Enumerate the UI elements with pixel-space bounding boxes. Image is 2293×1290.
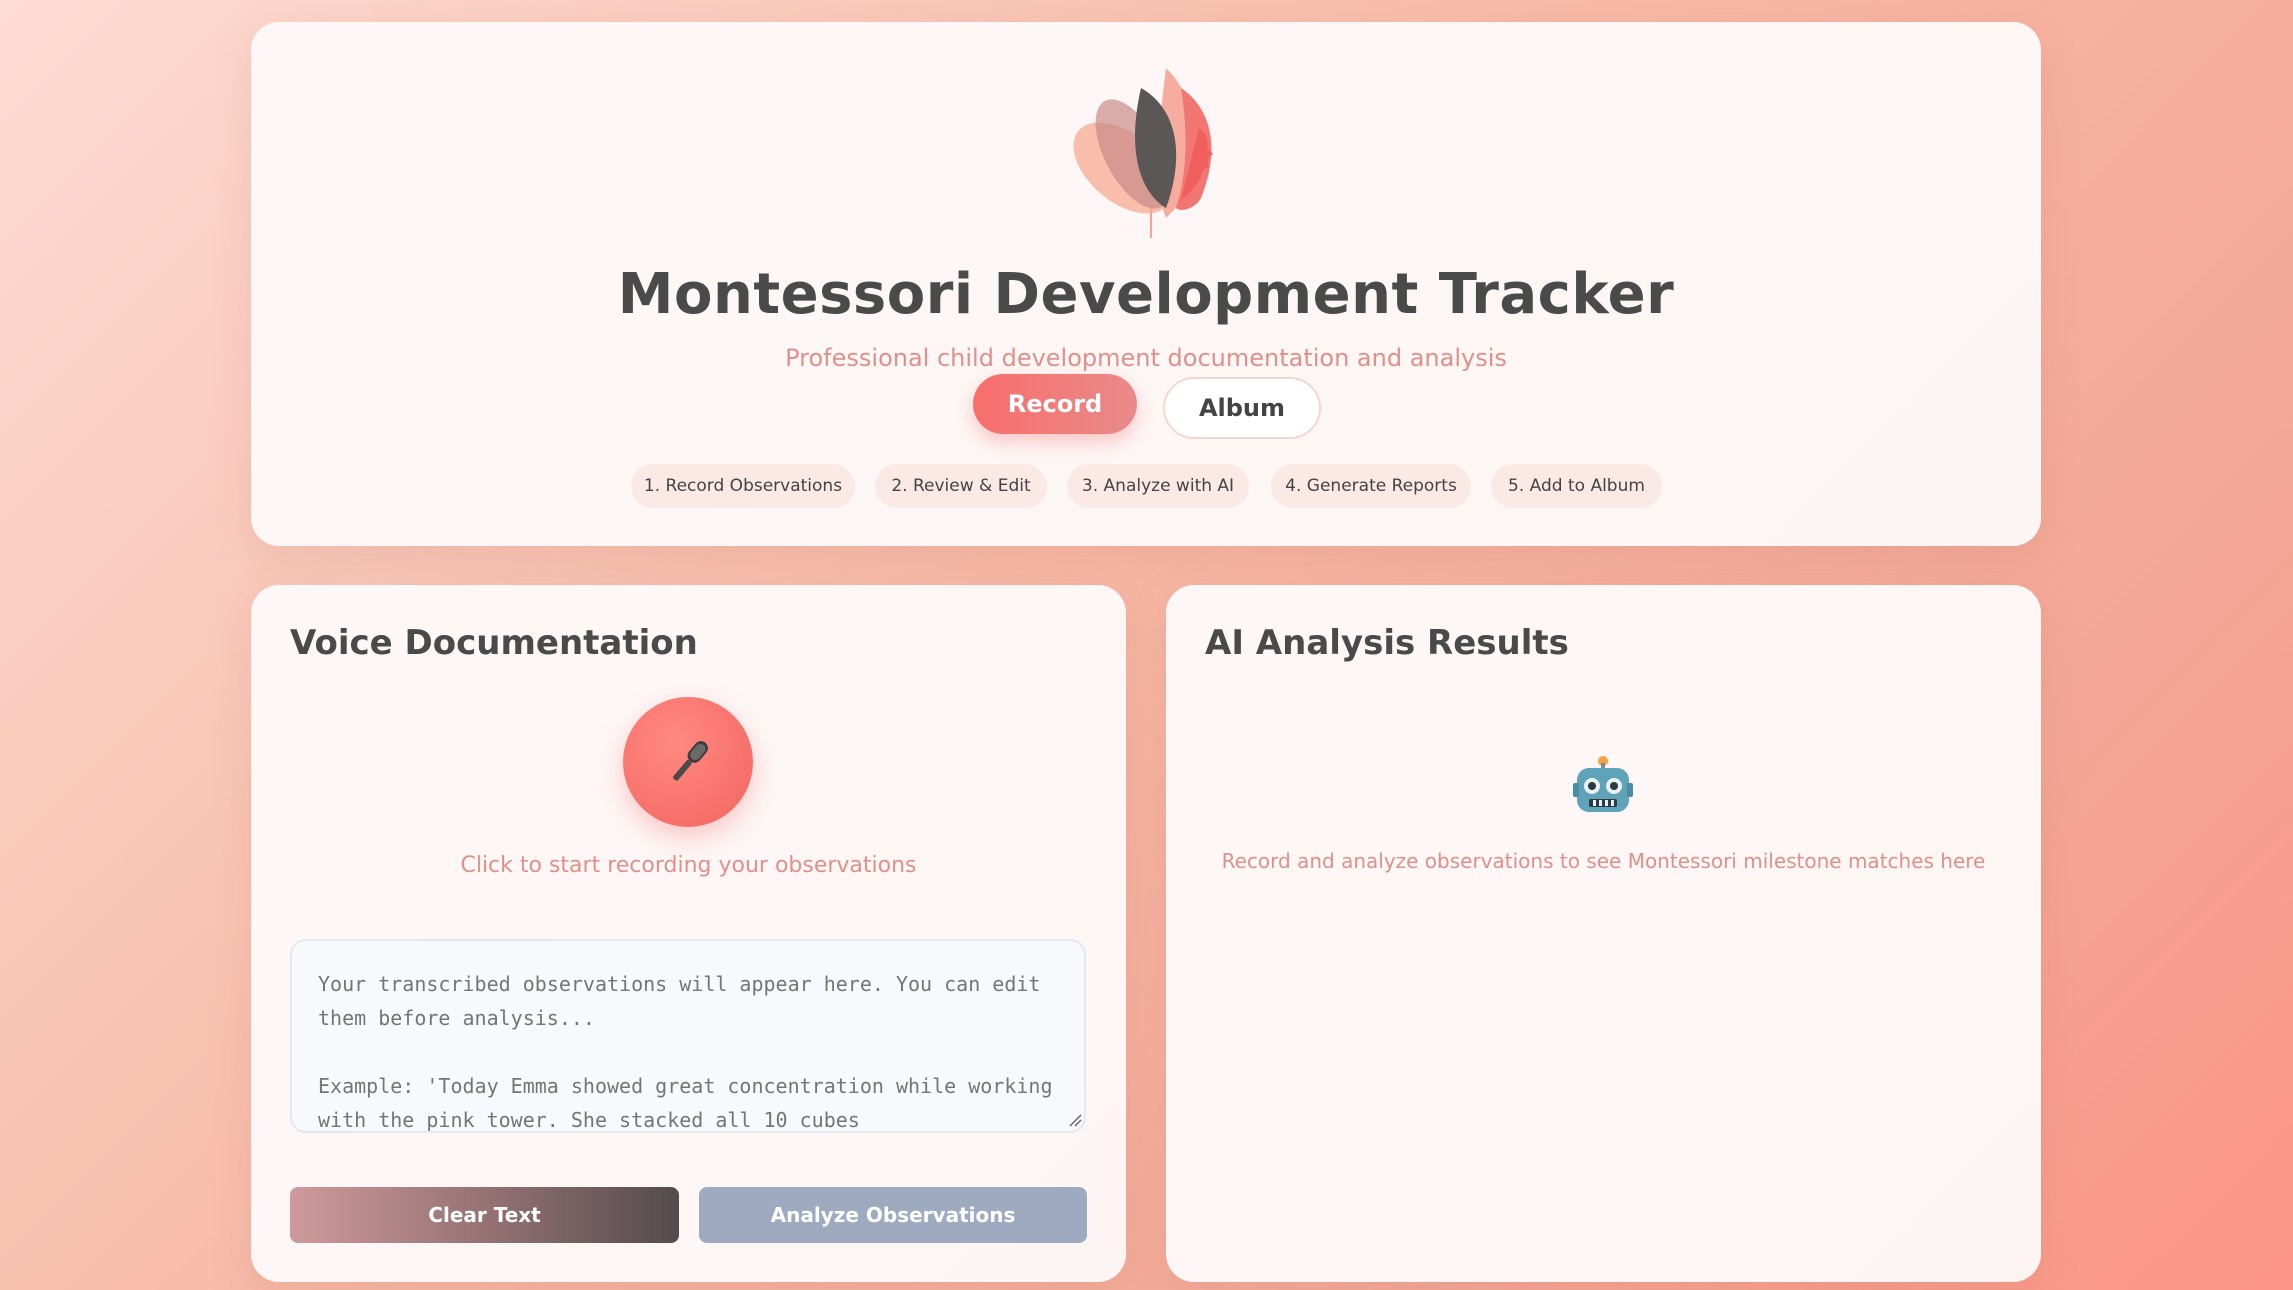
- header-card: Montessori Development Tracker Professio…: [251, 22, 2041, 546]
- microphone-icon: [673, 741, 708, 781]
- record-hint-text: Click to start recording your observatio…: [460, 853, 917, 878]
- step-review-edit: 2. Review & Edit: [875, 464, 1047, 508]
- ai-analysis-panel: AI Analysis Results Record and analyze o…: [1166, 585, 2041, 1282]
- lotus-logo-icon: [1073, 68, 1213, 238]
- resize-handle-icon[interactable]: [1068, 1113, 1082, 1127]
- page-title: Montessori Development Tracker: [617, 262, 1675, 327]
- workflow-steps: 1. Record Observations 2. Review & Edit …: [251, 464, 2041, 508]
- analyze-observations-button[interactable]: Analyze Observations: [699, 1187, 1087, 1243]
- step-record-observations: 1. Record Observations: [631, 464, 855, 508]
- transcript-textarea[interactable]: [290, 939, 1086, 1133]
- page-subtitle: Professional child development documenta…: [785, 344, 1507, 372]
- step-analyze-ai: 3. Analyze with AI: [1067, 464, 1249, 508]
- clear-text-button[interactable]: Clear Text: [290, 1187, 679, 1243]
- voice-documentation-panel: Voice Documentation Click to start recor…: [251, 585, 1126, 1282]
- album-tab-button[interactable]: Album: [1163, 377, 1321, 439]
- step-generate-reports: 4. Generate Reports: [1271, 464, 1471, 508]
- ai-placeholder-text: Record and analyze observations to see M…: [1221, 849, 1986, 873]
- step-add-to-album: 5. Add to Album: [1491, 464, 1662, 508]
- record-microphone-button[interactable]: [623, 697, 753, 827]
- record-tab-button[interactable]: Record: [973, 374, 1137, 434]
- robot-icon: [1573, 756, 1633, 812]
- voice-section-title: Voice Documentation: [290, 623, 698, 663]
- ai-section-title: AI Analysis Results: [1205, 623, 1569, 663]
